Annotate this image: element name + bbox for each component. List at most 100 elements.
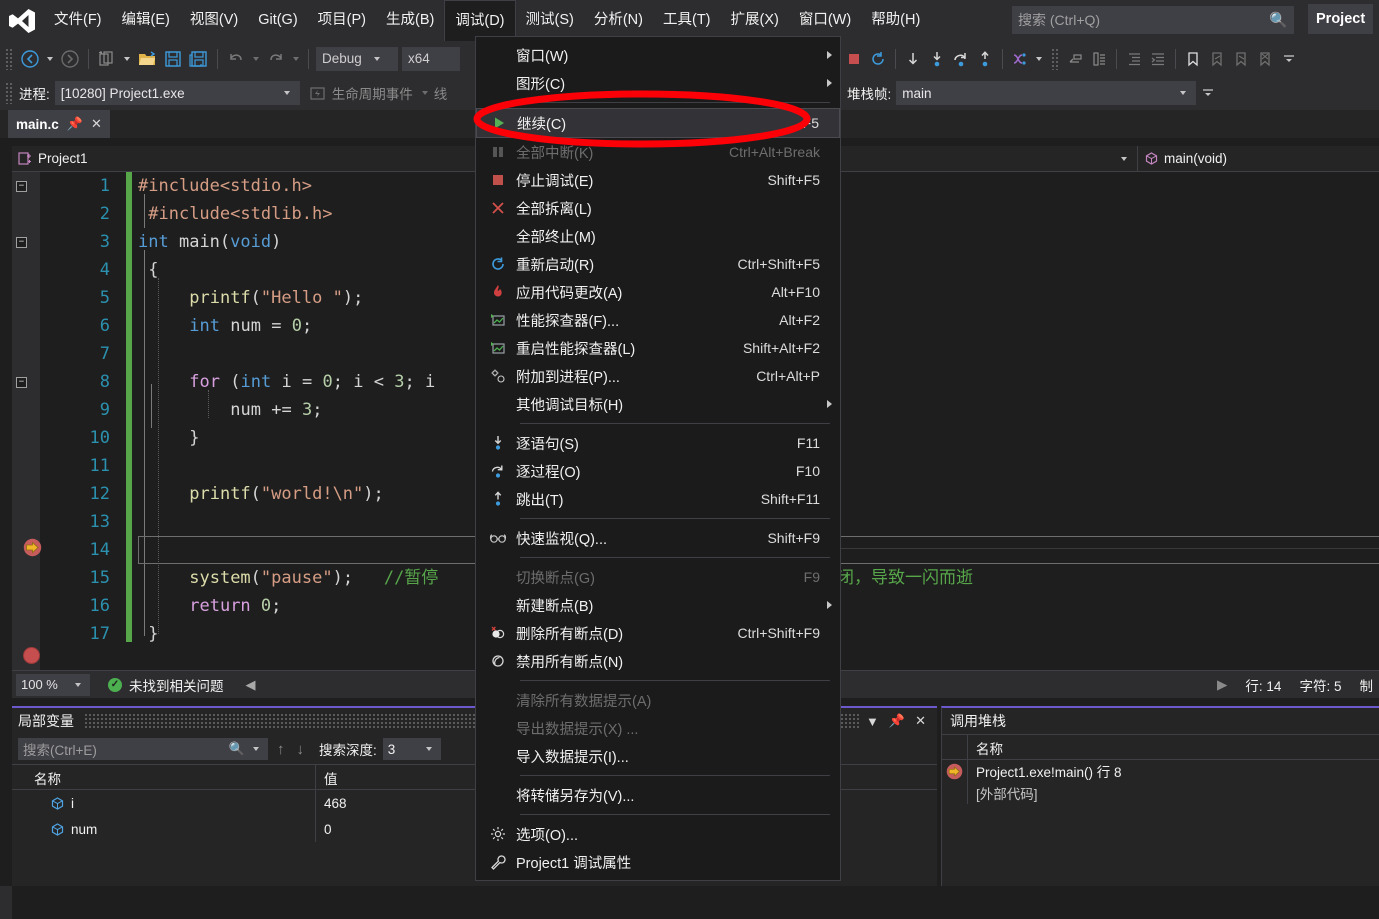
menu-12[interactable]: 帮助(H) [861, 0, 930, 41]
clear-bookmarks-icon[interactable] [1253, 46, 1277, 72]
close-icon[interactable]: ✕ [91, 116, 102, 132]
toolbar-overflow-icon[interactable] [1277, 46, 1301, 72]
menu-4[interactable]: 项目(P) [308, 0, 376, 41]
toolbar-grip[interactable] [5, 47, 14, 70]
menu-1[interactable]: 编辑(E) [112, 0, 180, 41]
debug-menu-item[interactable]: 删除所有断点(D) Ctrl+Shift+F9 [476, 619, 840, 647]
debug-menu-item[interactable]: 图形(C) [476, 69, 840, 97]
step-over-icon[interactable] [949, 46, 973, 72]
toolbar-overflow-icon[interactable] [1196, 80, 1220, 106]
call-stack-row[interactable]: [外部代码] [942, 782, 1379, 804]
breakpoint-icon[interactable] [23, 647, 40, 664]
debug-menu-item[interactable]: 导入数据提示(I)... [476, 742, 840, 770]
debug-menu-item[interactable]: 附加到进程(P)... Ctrl+Alt+P [476, 362, 840, 390]
menu-0[interactable]: 文件(F) [44, 0, 112, 41]
menu-10[interactable]: 扩展(X) [721, 0, 789, 41]
debug-menu-item[interactable]: 逐过程(O) F10 [476, 457, 840, 485]
diff-icon[interactable] [1008, 46, 1032, 72]
debug-menu-item[interactable]: 跳出(T) Shift+F11 [476, 485, 840, 513]
lifecycle-dropdown-icon[interactable] [421, 91, 428, 95]
debug-menu-item[interactable]: 其他调试目标(H) [476, 390, 840, 418]
uncomment-selection-icon[interactable] [1087, 46, 1111, 72]
navigate-forward-icon[interactable] [57, 46, 83, 72]
fold-toggle-icon[interactable]: − [16, 377, 27, 388]
menu-3[interactable]: Git(G) [248, 0, 307, 41]
breadcrumb-member[interactable]: main(void) [1138, 146, 1233, 172]
call-stack-column-name[interactable]: 名称 [968, 735, 1379, 759]
debug-menu-dropdown[interactable]: 窗口(W) 图形(C) 继续(C) F5 全部中断(K) Ctrl+Alt+Break 停止… [475, 36, 841, 881]
configuration-combobox[interactable]: Debug [316, 46, 398, 71]
pin-icon[interactable]: 📌 [67, 116, 83, 132]
menu-7[interactable]: 测试(S) [516, 0, 584, 41]
new-project-dropdown-icon[interactable] [124, 56, 130, 61]
restart-icon[interactable] [866, 46, 890, 72]
redo-icon[interactable] [263, 46, 289, 72]
toolbar-grip[interactable] [5, 82, 14, 104]
call-stack-row[interactable]: Project1.exe!main() 行 8 [942, 760, 1379, 782]
tab-main-c[interactable]: main.c 📌 ✕ [8, 110, 110, 138]
fold-toggle-icon[interactable]: − [16, 181, 27, 192]
search-previous-icon[interactable]: ↑ [274, 741, 288, 758]
platform-combobox[interactable]: x64 [402, 46, 460, 71]
undo-dropdown-icon[interactable] [253, 56, 259, 61]
debug-menu-item[interactable]: 应用代码更改(A) Alt+F10 [476, 278, 840, 306]
navigate-back-dropdown-icon[interactable] [47, 56, 53, 61]
search-icon[interactable]: 🔍 [229, 741, 245, 757]
debug-menu-item[interactable]: 重新启动(R) Ctrl+Shift+F5 [476, 250, 840, 278]
next-bookmark-icon[interactable] [1229, 46, 1253, 72]
debug-menu-item[interactable]: 停止调试(E) Shift+F5 [476, 166, 840, 194]
close-icon[interactable]: ✕ [910, 713, 931, 729]
search-options-dropdown-icon[interactable] [253, 747, 259, 751]
debug-menu-item[interactable]: 选项(O)... [476, 820, 840, 848]
chevron-down-icon[interactable]: ▼ [861, 714, 884, 729]
debug-menu-item[interactable]: 禁用所有断点(N) [476, 647, 840, 675]
comment-selection-icon[interactable] [1063, 46, 1087, 72]
menu-11[interactable]: 窗口(W) [789, 0, 861, 41]
increase-indent-icon[interactable] [1146, 46, 1170, 72]
undo-icon[interactable] [223, 46, 249, 72]
search-depth-combobox[interactable]: 3 [382, 738, 441, 760]
diff-dropdown-icon[interactable] [1036, 56, 1042, 61]
redo-dropdown-icon[interactable] [293, 56, 299, 61]
debug-menu-item[interactable]: 继续(C) F5 [476, 108, 840, 138]
member-dropdown-icon[interactable] [1120, 156, 1127, 161]
debug-menu-item[interactable]: 快速监视(Q)... Shift+F9 [476, 524, 840, 552]
step-out-icon[interactable] [973, 46, 997, 72]
locals-column-name[interactable]: 名称 [12, 765, 316, 789]
locals-search-input[interactable]: 搜索(Ctrl+E) 🔍 [18, 738, 268, 760]
process-combobox[interactable]: [10280] Project1.exe [54, 81, 300, 105]
debug-menu-item[interactable]: 全部拆离(L) [476, 194, 840, 222]
debug-menu-item[interactable]: 性能探查器(F)... Alt+F2 [476, 306, 840, 334]
lifecycle-events-icon[interactable] [306, 80, 330, 106]
menu-5[interactable]: 生成(B) [376, 0, 444, 41]
navigate-back-icon[interactable] [17, 46, 43, 72]
menu-9[interactable]: 工具(T) [653, 0, 721, 41]
fold-toggle-icon[interactable]: − [16, 237, 27, 248]
step-into-icon[interactable] [925, 46, 949, 72]
new-project-icon[interactable] [94, 46, 120, 72]
menu-6[interactable]: 调试(D) [444, 0, 516, 41]
scroll-left-icon[interactable]: ◀ [246, 677, 256, 693]
call-stack-header[interactable]: 调用堆栈 [942, 708, 1379, 734]
debug-menu-item[interactable]: Project1 调试属性 [476, 848, 840, 876]
product-button[interactable]: Project [1308, 4, 1374, 34]
save-icon[interactable] [160, 46, 186, 72]
debug-menu-item[interactable]: 将转储另存为(V)... [476, 781, 840, 809]
stackframe-combobox[interactable]: main [896, 81, 1197, 105]
show-next-statement-icon[interactable] [901, 46, 925, 72]
toolbar-grip[interactable] [1051, 47, 1060, 70]
global-search-box[interactable]: 搜索 (Ctrl+Q) 🔍 [1012, 6, 1294, 34]
debug-menu-item[interactable]: 窗口(W) [476, 41, 840, 69]
decrease-indent-icon[interactable] [1122, 46, 1146, 72]
open-file-icon[interactable] [134, 46, 160, 72]
breadcrumb-project[interactable]: Project1 [12, 146, 94, 172]
save-all-icon[interactable] [186, 46, 212, 72]
search-next-icon[interactable]: ↓ [294, 741, 308, 758]
previous-bookmark-icon[interactable] [1205, 46, 1229, 72]
pin-icon[interactable]: 📌 [884, 713, 910, 729]
editor-issue-status[interactable]: ✓ 未找到相关问题 [108, 675, 224, 695]
debug-menu-item[interactable]: 重启性能探查器(L) Shift+Alt+F2 [476, 334, 840, 362]
menu-8[interactable]: 分析(N) [584, 0, 653, 41]
scroll-right-icon[interactable]: ▶ [1217, 677, 1227, 693]
menu-2[interactable]: 视图(V) [180, 0, 248, 41]
